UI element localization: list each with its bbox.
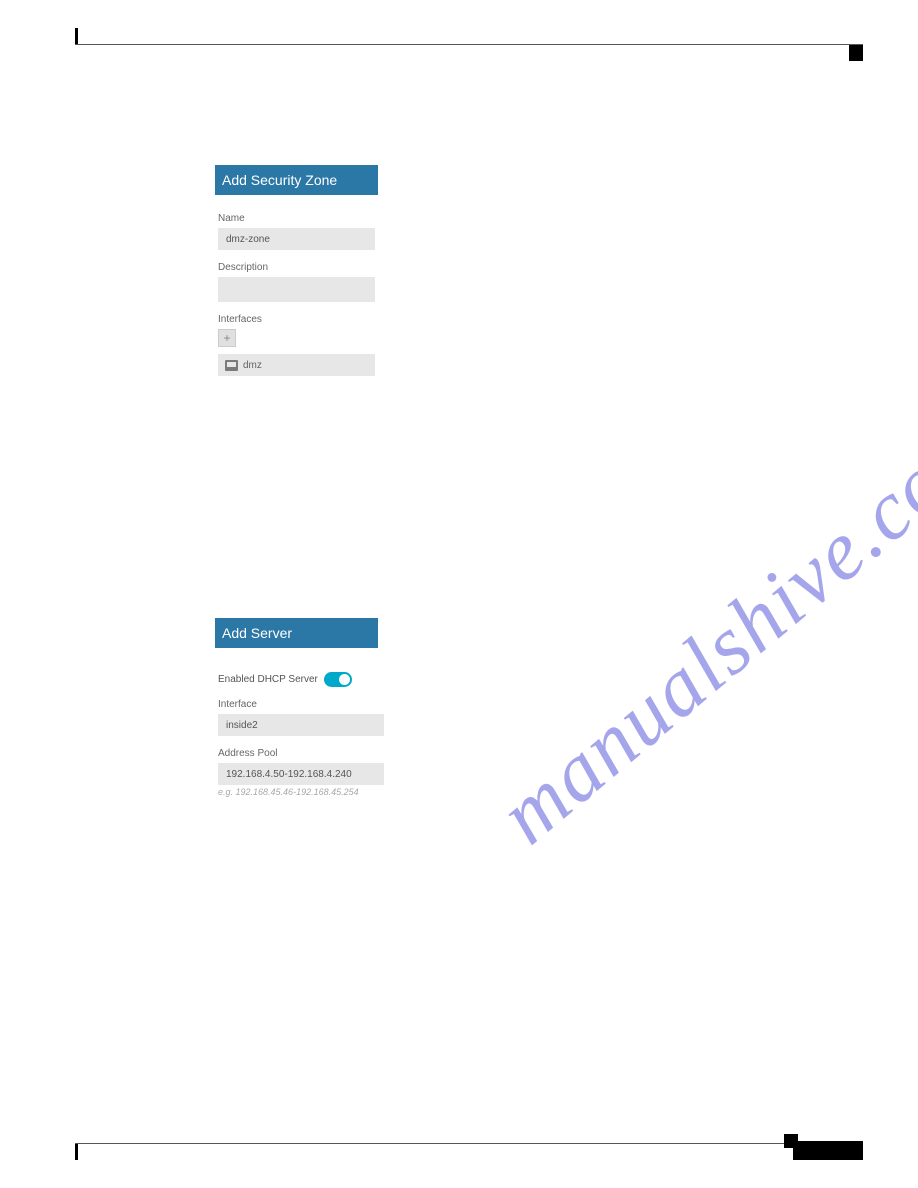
address-pool-label: Address Pool	[218, 748, 386, 759]
description-input[interactable]	[218, 277, 375, 302]
plus-icon: +	[223, 332, 230, 344]
document-page: manualshive.com Add Security Zone Name D…	[0, 0, 918, 1188]
name-input[interactable]	[218, 228, 375, 250]
interfaces-label: Interfaces	[218, 314, 386, 325]
interface-input[interactable]	[218, 714, 384, 736]
interface-icon	[225, 360, 238, 371]
corner-mark	[75, 1144, 78, 1160]
corner-mark	[849, 45, 863, 61]
top-border-rule	[75, 44, 863, 45]
name-label: Name	[218, 213, 386, 224]
description-label: Description	[218, 262, 386, 273]
dhcp-enable-toggle[interactable]	[324, 672, 352, 687]
corner-mark	[793, 1141, 863, 1160]
dhcp-enable-label: Enabled DHCP Server	[218, 674, 318, 685]
panel-header: Add Server	[215, 618, 378, 648]
interface-row[interactable]: dmz	[218, 354, 375, 376]
address-pool-input[interactable]	[218, 763, 384, 785]
panel-header: Add Security Zone	[215, 165, 378, 195]
interface-label: Interface	[218, 699, 386, 710]
add-interface-button[interactable]: +	[218, 329, 236, 347]
interface-name: dmz	[243, 360, 262, 371]
add-server-panel: Add Server Enabled DHCP Server Interface…	[215, 618, 390, 797]
toggle-knob	[339, 674, 350, 685]
bottom-border-rule	[75, 1143, 863, 1144]
add-security-zone-panel: Add Security Zone Name Description Inter…	[215, 165, 390, 376]
address-pool-hint: e.g. 192.168.45.46-192.168.45.254	[218, 787, 386, 797]
watermark-text: manualshive.com	[481, 394, 918, 864]
corner-mark	[75, 28, 78, 44]
